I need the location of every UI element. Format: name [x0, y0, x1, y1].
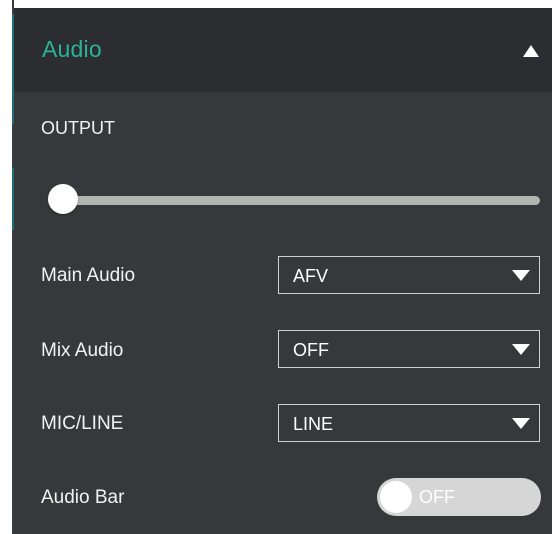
slider-thumb[interactable] [48, 184, 78, 214]
audio-bar-toggle[interactable]: OFF [377, 478, 541, 516]
panel-title: Audio [42, 36, 102, 62]
caret-down-icon [512, 344, 530, 355]
mic-line-label: MIC/LINE [41, 413, 124, 434]
audio-bar-label: Audio Bar [41, 487, 125, 508]
main-audio-label: Main Audio [41, 265, 136, 286]
caret-down-icon [512, 418, 530, 429]
mix-audio-label: Mix Audio [41, 340, 124, 361]
caret-down-icon [512, 270, 530, 281]
mic-line-value: LINE [293, 414, 334, 434]
audio-panel-header[interactable]: Audio [14, 8, 552, 92]
main-audio-value: AFV [293, 266, 329, 286]
mix-audio-value: OFF [293, 340, 329, 360]
slider-track [48, 196, 540, 205]
caret-up-icon[interactable] [522, 44, 540, 58]
toggle-knob [380, 481, 412, 513]
audio-panel: Audio OUTPUT Main Audio AFV Mix Audio OF… [14, 8, 552, 534]
output-volume-slider[interactable] [48, 184, 540, 216]
audio-bar-state: OFF [419, 487, 455, 507]
mix-audio-select[interactable]: OFF [278, 330, 540, 368]
left-border [0, 0, 14, 534]
mic-line-select[interactable]: LINE [278, 404, 540, 442]
output-label: OUTPUT [41, 118, 115, 138]
main-audio-select[interactable]: AFV [278, 256, 540, 294]
